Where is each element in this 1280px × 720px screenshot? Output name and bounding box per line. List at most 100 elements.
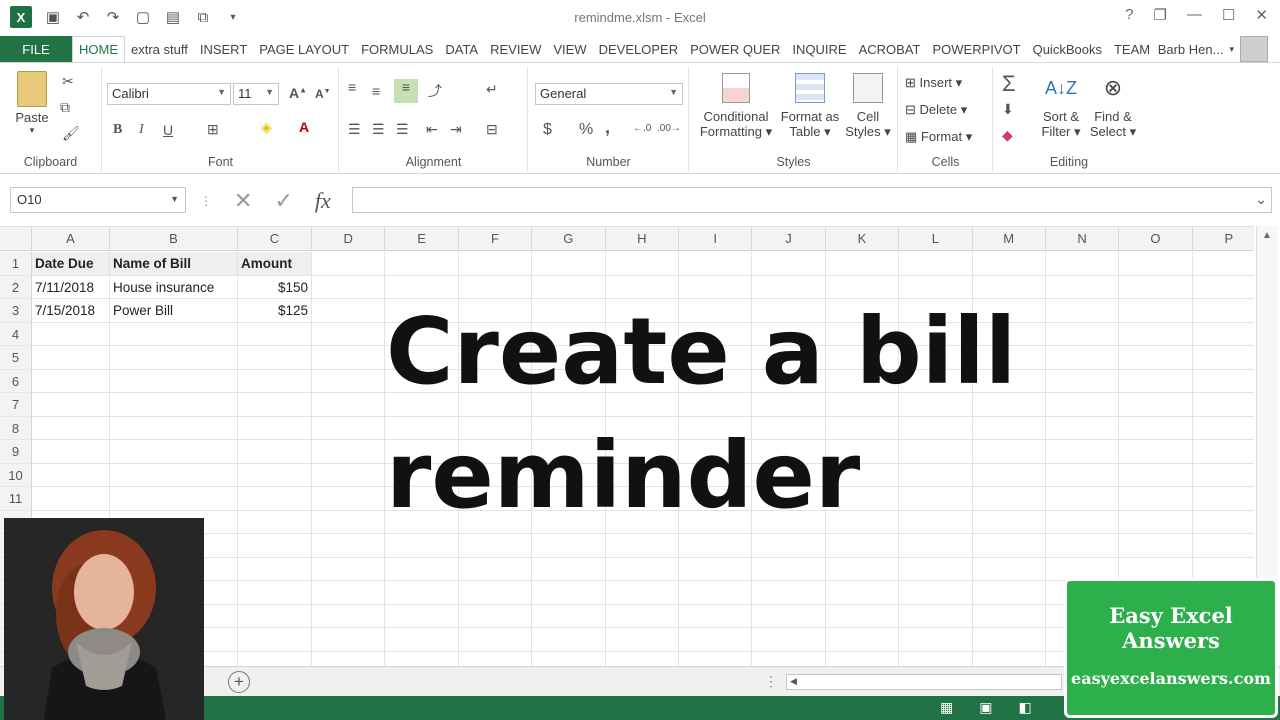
cell-b3[interactable]: Power Bill <box>110 299 238 323</box>
cell-k18[interactable] <box>826 651 900 666</box>
cell-j15[interactable] <box>752 581 826 605</box>
cell-j18[interactable] <box>752 651 826 666</box>
cell-a1[interactable]: Date Due <box>32 252 110 276</box>
cell-e14[interactable] <box>385 557 459 581</box>
cell-m15[interactable] <box>972 581 1046 605</box>
column-header-d[interactable]: D <box>312 227 386 251</box>
cell-styles-button[interactable]: Cell Styles ▾ <box>842 73 894 140</box>
cell-f16[interactable] <box>458 604 533 628</box>
name-box[interactable]: O10 ▼ <box>10 187 186 213</box>
cell-n4[interactable] <box>1045 322 1120 346</box>
user-name[interactable]: Barb Hen... <box>1158 42 1224 57</box>
row-header-3[interactable]: 3 <box>0 299 32 323</box>
tab-review[interactable]: REVIEW <box>484 36 547 62</box>
cell-m16[interactable] <box>972 604 1046 628</box>
tab-inquire[interactable]: INQUIRE <box>786 36 852 62</box>
cell-o13[interactable] <box>1119 534 1193 558</box>
cell-c12[interactable] <box>238 510 312 534</box>
cell-f18[interactable] <box>459 651 533 666</box>
row-header-5[interactable]: 5 <box>0 346 32 370</box>
cell-d11[interactable] <box>312 487 386 511</box>
cell-l17[interactable] <box>899 628 973 652</box>
find-select-button[interactable]: ⊗ Find & Select ▾ <box>1088 71 1138 140</box>
increase-indent-icon[interactable]: ⇥ <box>450 121 462 138</box>
tab-file[interactable]: FILE <box>0 36 72 62</box>
cell-j16[interactable] <box>752 604 826 628</box>
chevron-down-icon[interactable]: ▼ <box>265 87 274 97</box>
cell-j1[interactable] <box>752 252 826 276</box>
cell-o2[interactable] <box>1119 275 1193 299</box>
cell-n8[interactable] <box>1045 416 1120 440</box>
row-header-4[interactable]: 4 <box>0 322 32 346</box>
column-header-l[interactable]: L <box>899 227 973 251</box>
cell-d3[interactable] <box>312 299 386 323</box>
copy-icon[interactable]: ⧉ <box>60 99 70 116</box>
cell-i17[interactable] <box>678 628 753 652</box>
fill-icon[interactable]: ⬇ <box>1002 101 1014 118</box>
increase-font-icon[interactable]: A▲ <box>289 85 307 101</box>
wrap-text-icon[interactable]: ↵ <box>486 81 498 98</box>
function-icon[interactable]: fx <box>315 188 331 214</box>
tab-view[interactable]: VIEW <box>547 36 592 62</box>
tab-power-query[interactable]: POWER QUER <box>684 36 786 62</box>
column-header-b[interactable]: B <box>110 227 238 251</box>
row-header-8[interactable]: 8 <box>0 416 32 440</box>
cell-g14[interactable] <box>532 557 606 581</box>
cell-d17[interactable] <box>312 628 386 652</box>
cell-p2[interactable] <box>1192 276 1254 299</box>
cell-l15[interactable] <box>899 581 973 605</box>
cell-k1[interactable] <box>825 252 900 276</box>
cell-c1[interactable]: Amount <box>238 252 312 276</box>
top-align-icon[interactable]: ≡ <box>348 79 356 95</box>
page-break-view-icon[interactable]: ◧ <box>1018 699 1031 716</box>
cell-e17[interactable] <box>385 628 459 652</box>
cell-g16[interactable] <box>532 604 606 628</box>
cell-p12[interactable] <box>1192 511 1254 534</box>
fill-color-icon[interactable]: ◈ <box>261 119 272 136</box>
ribbon-display-icon[interactable]: ❐ <box>1154 6 1167 24</box>
column-header-i[interactable]: I <box>679 227 753 251</box>
tab-formulas[interactable]: FORMULAS <box>355 36 439 62</box>
cell-d8[interactable] <box>312 416 386 440</box>
align-right-icon[interactable]: ☰ <box>396 121 409 138</box>
cell-g17[interactable] <box>532 628 606 652</box>
tab-home[interactable]: HOME <box>72 36 125 62</box>
bottom-align-icon[interactable]: ≡ <box>394 79 418 103</box>
borders-icon[interactable]: ⊞ <box>207 121 219 138</box>
cell-n12[interactable] <box>1045 510 1120 534</box>
cell-p5[interactable] <box>1192 346 1254 370</box>
cell-c7[interactable] <box>238 393 312 417</box>
cell-e15[interactable] <box>385 581 459 605</box>
merge-center-icon[interactable]: ⊟ <box>486 121 498 138</box>
column-header-e[interactable]: E <box>385 227 459 251</box>
row-header-6[interactable]: 6 <box>0 369 32 393</box>
font-size-box[interactable]: 11 ▼ <box>233 83 279 105</box>
cell-h16[interactable] <box>605 604 679 628</box>
formula-input[interactable]: ⌄ <box>352 187 1272 213</box>
more-options-icon[interactable]: ⋮ <box>764 673 778 690</box>
cell-f1[interactable] <box>458 252 533 276</box>
tab-acrobat[interactable]: ACROBAT <box>853 36 927 62</box>
chevron-down-icon[interactable]: ▼ <box>170 194 179 204</box>
cell-c5[interactable] <box>238 346 312 370</box>
cell-o6[interactable] <box>1119 369 1193 393</box>
cell-e18[interactable] <box>385 651 459 666</box>
cell-d2[interactable] <box>312 275 386 299</box>
cell-d10[interactable] <box>312 463 386 487</box>
cell-n13[interactable] <box>1045 534 1120 558</box>
cell-a5[interactable] <box>32 346 110 370</box>
cell-c2[interactable]: $150 <box>238 275 312 299</box>
cell-h17[interactable] <box>605 628 679 652</box>
cell-c16[interactable] <box>238 604 312 628</box>
chevron-down-icon[interactable]: ⌄ <box>1255 191 1267 208</box>
cell-c4[interactable] <box>238 322 312 346</box>
underline-button[interactable]: U <box>163 122 173 138</box>
cell-c14[interactable] <box>238 557 312 581</box>
clear-icon[interactable]: ◆ <box>1002 127 1013 144</box>
maximize-icon[interactable]: ☐ <box>1222 6 1235 24</box>
column-header-j[interactable]: J <box>752 227 826 251</box>
cell-j17[interactable] <box>752 628 826 652</box>
cell-l1[interactable] <box>899 252 973 276</box>
cell-o10[interactable] <box>1119 463 1193 487</box>
cell-n11[interactable] <box>1045 487 1120 511</box>
